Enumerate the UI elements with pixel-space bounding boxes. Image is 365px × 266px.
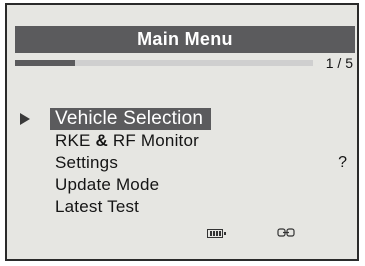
menu-item-settings[interactable]: Settings ?	[7, 152, 357, 174]
menu-item-label: RKE & RF Monitor	[55, 130, 199, 152]
status-bar	[207, 226, 327, 240]
menu-item-label: Settings	[55, 153, 119, 172]
menu-item-label: Vehicle Selection	[50, 108, 212, 130]
help-icon: ?	[338, 154, 347, 171]
battery-icon	[207, 229, 226, 238]
menu-item-label: Latest Test	[55, 197, 140, 216]
ampersand: &	[95, 131, 108, 150]
page-title: Main Menu	[15, 26, 355, 53]
page-progress: 1 / 5	[15, 55, 355, 73]
menu-item-label: Update Mode	[55, 175, 160, 194]
menu-item-vehicle-selection[interactable]: Vehicle Selection	[7, 108, 357, 130]
selector-arrow-icon	[20, 113, 30, 125]
menu-item-latest-test[interactable]: Latest Test	[7, 196, 357, 218]
connection-icon	[277, 228, 295, 237]
device-screen: Main Menu 1 / 5 Vehicle Selection RKE & …	[5, 3, 359, 261]
menu-item-update-mode[interactable]: Update Mode	[7, 174, 357, 196]
menu-item-label-part: RF Monitor	[112, 131, 199, 150]
page-indicator: 1 / 5	[325, 55, 353, 71]
progress-fill	[15, 60, 75, 66]
menu-item-label-part: RKE	[55, 131, 91, 150]
progress-bar	[15, 60, 313, 66]
main-menu: Vehicle Selection RKE & RF Monitor Setti…	[7, 108, 357, 218]
menu-item-rke-rf-monitor[interactable]: RKE & RF Monitor	[7, 130, 357, 152]
